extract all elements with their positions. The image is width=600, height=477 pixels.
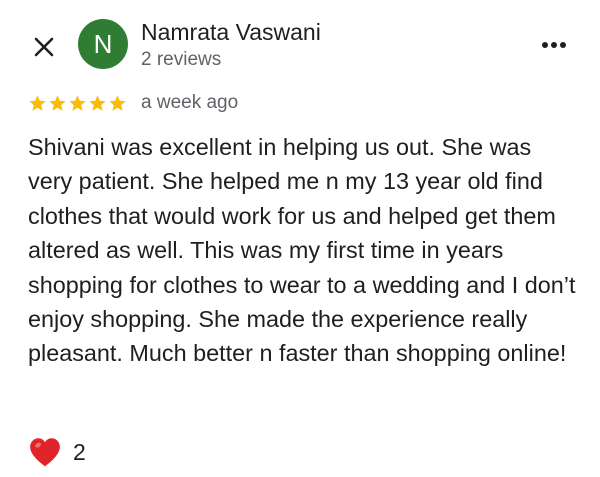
close-icon xyxy=(34,37,54,57)
review-card: N Namrata Vaswani 2 reviews a week ago S… xyxy=(0,0,600,477)
star-icon xyxy=(109,94,126,111)
more-options-button[interactable] xyxy=(538,31,570,59)
close-button[interactable] xyxy=(28,31,60,63)
star-icon xyxy=(69,94,86,111)
rating-row: a week ago xyxy=(28,91,238,115)
star-icon xyxy=(89,94,106,111)
review-text: Shivani was excellent in helping us out.… xyxy=(28,134,576,367)
author-name[interactable]: Namrata Vaswani xyxy=(141,19,321,46)
author-review-count: 2 reviews xyxy=(141,49,222,70)
review-date: a week ago xyxy=(141,92,239,113)
more-horizontal-icon xyxy=(542,42,566,48)
star-icon xyxy=(29,94,46,111)
avatar-initial: N xyxy=(93,28,113,59)
like-button[interactable]: 2 xyxy=(28,435,86,469)
star-rating xyxy=(28,94,127,113)
avatar[interactable]: N xyxy=(78,19,128,69)
star-icon xyxy=(49,94,66,111)
like-count: 2 xyxy=(73,438,86,465)
heart-icon xyxy=(30,438,60,467)
